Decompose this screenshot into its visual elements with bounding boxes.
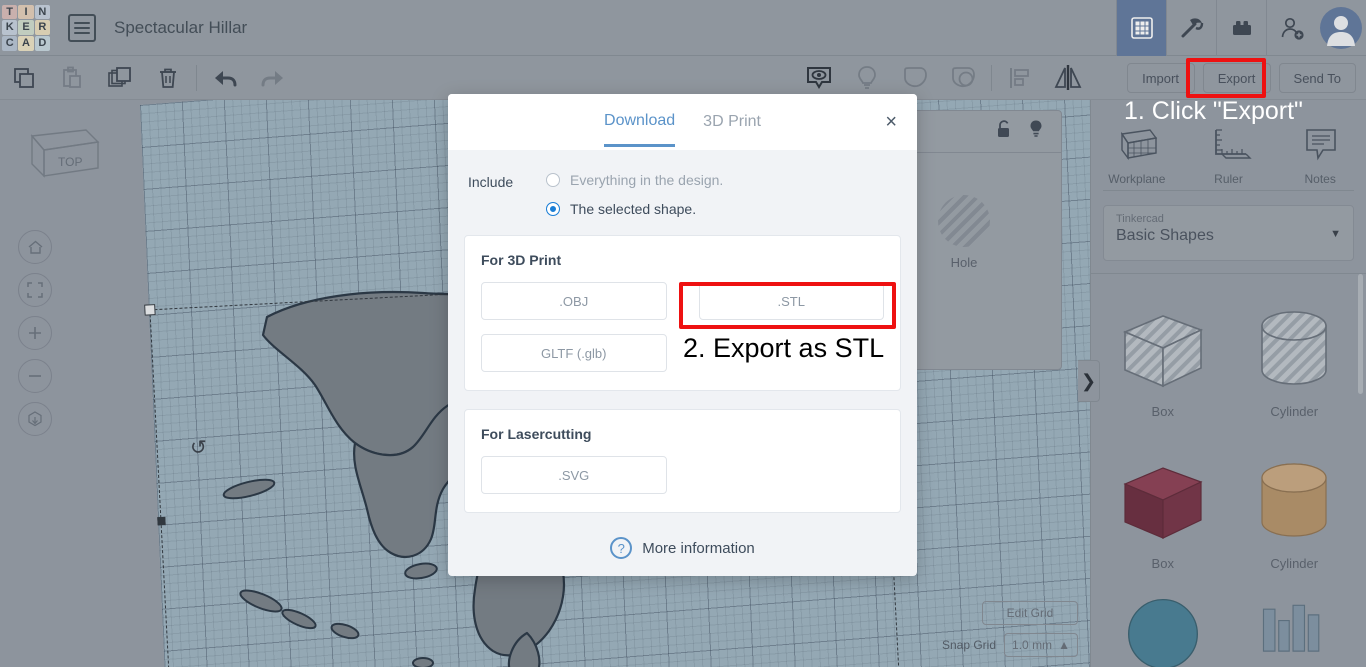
include-radio-group: Everything in the design. The selected s…: [546, 172, 723, 217]
radio-label-everything: Everything in the design.: [570, 172, 724, 188]
more-information-link[interactable]: More information: [642, 540, 755, 557]
tab-download[interactable]: Download: [604, 98, 676, 147]
export-obj-button[interactable]: .OBJ: [481, 282, 667, 320]
radio-dot-selected: [546, 202, 560, 216]
annotation-step-2: 2. Export as STL: [683, 333, 885, 363]
for-3d-print-title: For 3D Print: [481, 252, 562, 268]
include-label: Include: [468, 174, 514, 190]
tinkercad-app: T I N K E R C A D Spectacular Hillar Imp…: [0, 0, 1366, 667]
close-icon[interactable]: ×: [885, 111, 897, 134]
export-svg-button[interactable]: .SVG: [481, 456, 667, 494]
radio-label-selected: The selected shape.: [570, 201, 697, 217]
radio-selected-shape[interactable]: The selected shape.: [546, 201, 723, 217]
tab-3d-print[interactable]: 3D Print: [703, 99, 761, 145]
export-stl-button[interactable]: .STL: [698, 282, 884, 320]
more-information-row[interactable]: ? More information: [448, 537, 917, 559]
radio-dot-everything: [546, 173, 560, 187]
dialog-tab-bar: Download 3D Print ×: [448, 94, 917, 150]
for-3d-print-card: For 3D Print .OBJ .STL GLTF (.glb): [464, 235, 901, 391]
radio-everything[interactable]: Everything in the design.: [546, 172, 723, 188]
help-question-icon: ?: [610, 537, 633, 559]
annotation-step-1: 1. Click "Export": [1124, 97, 1303, 125]
include-section: Include Everything in the design. The se…: [448, 150, 917, 217]
for-lasercutting-card: For Lasercutting .SVG: [464, 409, 901, 513]
laser-format-buttons: .SVG: [481, 456, 884, 494]
export-gltf-button[interactable]: GLTF (.glb): [481, 334, 667, 372]
for-lasercutting-title: For Lasercutting: [481, 426, 592, 442]
